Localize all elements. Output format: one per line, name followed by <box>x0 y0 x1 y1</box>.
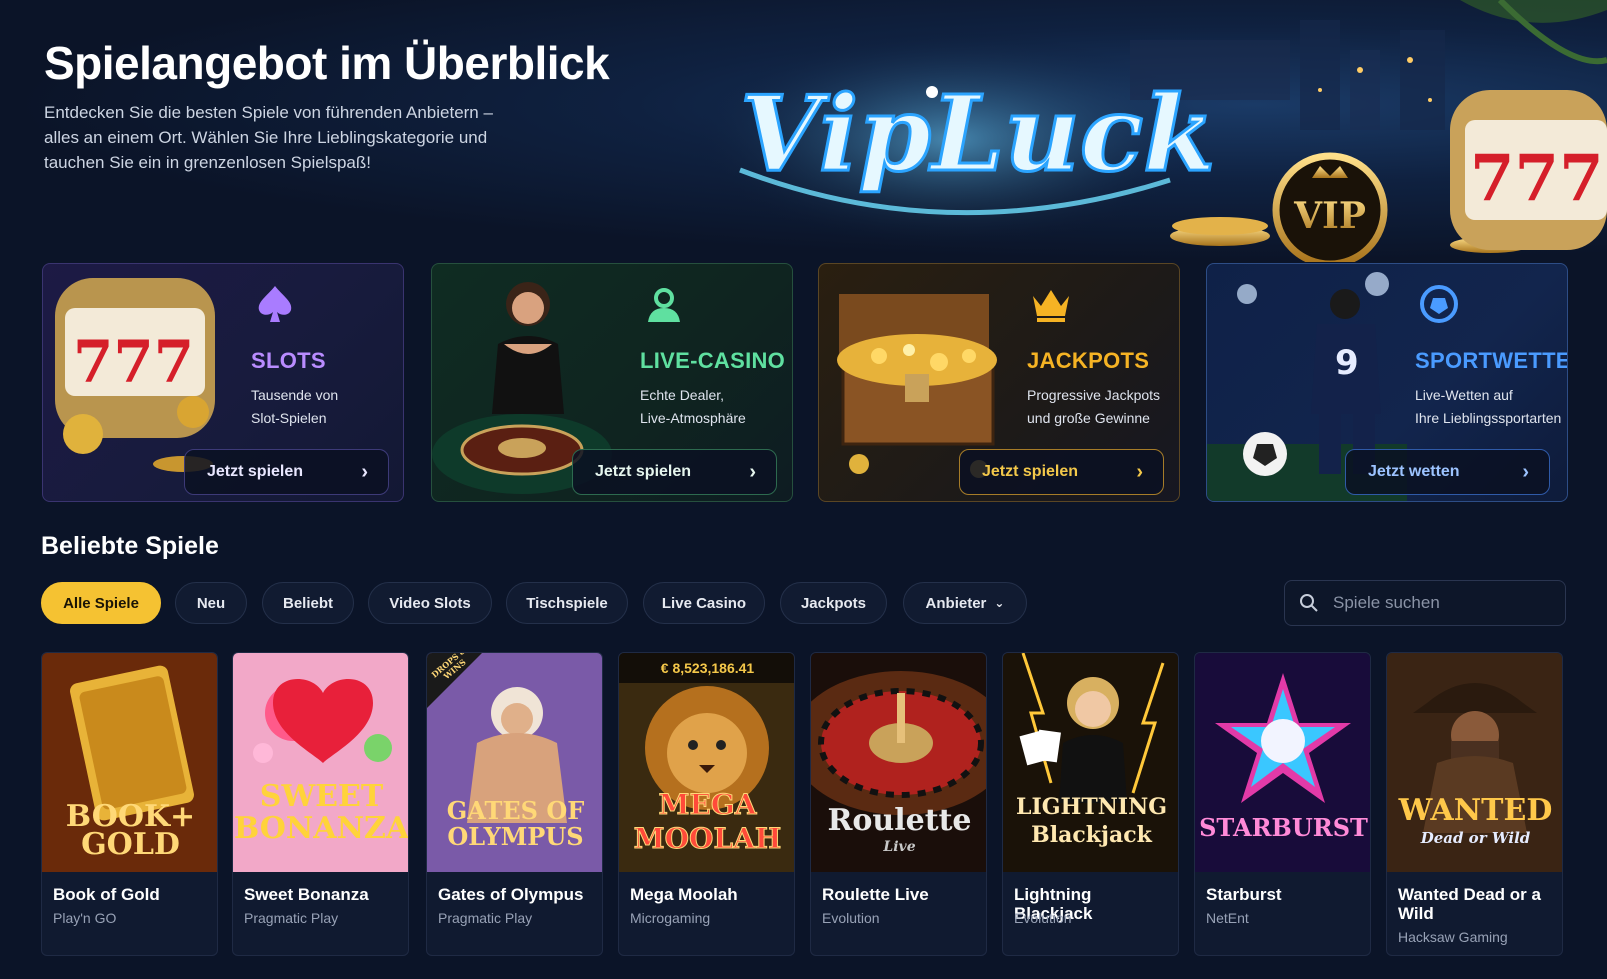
filter-live-casino[interactable]: Live Casino <box>643 582 765 624</box>
game-art-title: BOOK+ GOLD <box>65 799 196 862</box>
chevron-down-icon: ⌄ <box>994 596 1005 610</box>
filter-beliebt[interactable]: Beliebt <box>262 582 354 624</box>
filter-tischspiele[interactable]: Tischspiele <box>506 582 628 624</box>
vipluck-hero-art: VipLuck VIP 777 <box>700 0 1607 262</box>
game-name: Book of Gold <box>53 885 160 904</box>
category-card-jackpots[interactable]: JACKPOTS Progressive Jackpots und große … <box>818 263 1180 502</box>
game-art-title: WANTED <box>1398 793 1553 828</box>
filter-video-slots[interactable]: Video Slots <box>368 582 492 624</box>
jackpots-play-button[interactable]: Jetzt spielen › <box>959 449 1164 495</box>
category-title: SPORTWETTEN <box>1415 348 1567 373</box>
game-name: Starburst <box>1206 885 1282 904</box>
search-input[interactable] <box>1333 593 1553 613</box>
game-art-title: SWEET BONANZA <box>233 779 409 846</box>
category-description-line: Progressive Jackpots <box>1027 387 1161 403</box>
filter-neu[interactable]: Neu <box>175 582 247 624</box>
game-art-title: GATES OF OLYMPUS <box>446 796 585 851</box>
game-provider: NetEnt <box>1206 910 1249 926</box>
game-tile-mega-moolah[interactable]: € 8,523,186.41 MEGA MOOLAH Mega Moolah M… <box>618 652 795 956</box>
button-label: Jetzt wetten <box>1368 463 1460 480</box>
game-art-title: LIGHTNING Blackjack <box>1015 794 1167 848</box>
spade-icon <box>258 286 292 322</box>
game-tile-starburst[interactable]: STARBURST Starburst NetEnt <box>1194 652 1371 956</box>
game-provider: Hacksaw Gaming <box>1398 929 1508 945</box>
football-icon <box>1420 285 1458 323</box>
game-name: Wanted Dead or a Wild <box>1398 885 1541 923</box>
category-description-line: Live-Atmosphäre <box>640 410 746 426</box>
game-provider: Play'n GO <box>53 910 117 926</box>
svg-text:9: 9 <box>1335 343 1359 383</box>
button-label: Jetzt spielen <box>982 463 1079 480</box>
game-name: Roulette Live <box>822 885 929 904</box>
game-tile-gates-of-olympus[interactable]: DROPS & WINS GATES OF OLYMPUS Gates of O… <box>426 652 603 956</box>
category-description-line: Slot-Spielen <box>251 410 327 426</box>
game-name: Gates of Olympus <box>438 885 584 904</box>
search-icon <box>1300 594 1318 612</box>
crown-icon <box>1033 290 1069 322</box>
vipluck-logo: VipLuck <box>740 72 1215 195</box>
game-provider: Pragmatic Play <box>438 910 533 926</box>
game-tile-book-of-gold[interactable]: BOOK+ GOLD Book of Gold Play'n GO <box>41 652 218 956</box>
filter-jackpots[interactable]: Jackpots <box>780 582 887 624</box>
chevron-right-icon: › <box>1136 461 1143 483</box>
dropdown-label: Anbieter <box>925 594 987 612</box>
filter-alle-spiele[interactable]: Alle Spiele <box>41 582 161 624</box>
category-title: SLOTS <box>251 348 326 373</box>
sportwetten-bet-button[interactable]: Jetzt wetten › <box>1345 449 1550 495</box>
jackpot-amount: € 8,523,186.41 <box>619 653 794 683</box>
category-title: JACKPOTS <box>1027 348 1150 373</box>
category-card-live-casino[interactable]: LIVE-CASINO Echte Dealer, Live-Atmosphär… <box>431 263 793 502</box>
chevron-right-icon: › <box>749 461 756 483</box>
vip-badge: VIP <box>1293 195 1366 237</box>
game-art-title: STARBURST <box>1199 813 1368 842</box>
chevron-right-icon: › <box>1522 461 1529 483</box>
game-art-title: MEGA MOOLAH <box>633 788 782 856</box>
game-name: Mega Moolah <box>630 885 738 904</box>
category-description: Echte Dealer, Live-Atmosphäre <box>640 384 792 430</box>
game-art-subtitle: Dead or Wild <box>1420 829 1531 847</box>
button-label: Jetzt spielen <box>207 463 304 480</box>
game-tile-lightning-blackjack[interactable]: LIGHTNING Blackjack Lightning Blackjack … <box>1002 652 1179 956</box>
category-title: LIVE-CASINO <box>640 348 786 373</box>
category-description-line: Live-Wetten auf <box>1415 387 1513 403</box>
game-name: Sweet Bonanza <box>244 885 369 904</box>
game-provider: Evolution <box>822 910 880 926</box>
category-description: Live-Wetten auf Ihre Lieblingssportarten <box>1415 384 1567 430</box>
hero-banner: Spielangebot im Überblick Entdecken Sie … <box>0 0 1607 262</box>
game-tile-wanted-dead-or-a-wild[interactable]: WANTED Dead or Wild Wanted Dead or a Wil… <box>1386 652 1563 956</box>
section-title: Beliebte Spiele <box>41 532 219 560</box>
category-description-line: Tausende von <box>251 387 339 403</box>
category-card-slots[interactable]: 777 SLOTS Tausende von Slot-Spielen Jetz… <box>42 263 404 502</box>
svg-text:777: 777 <box>73 328 194 396</box>
game-art-subtitle: Live <box>883 839 916 855</box>
game-provider: Evolution <box>1014 910 1072 926</box>
game-tile-roulette-live[interactable]: Roulette Live Roulette Live Evolution <box>810 652 987 956</box>
category-description-line: Echte Dealer, <box>640 387 725 403</box>
slots-play-button[interactable]: Jetzt spielen › <box>184 449 389 495</box>
game-art-title: Roulette <box>827 803 972 838</box>
category-description: Tausende von Slot-Spielen <box>251 384 403 430</box>
live-casino-play-button[interactable]: Jetzt spielen › <box>572 449 777 495</box>
category-description: Progressive Jackpots und große Gewinne <box>1027 384 1179 430</box>
category-description-line: und große Gewinne <box>1027 410 1150 426</box>
button-label: Jetzt spielen <box>595 463 692 480</box>
game-provider: Pragmatic Play <box>244 910 339 926</box>
category-card-sportwetten[interactable]: 9 SPORTWETTEN Live-Wetten auf Ihre Liebl… <box>1206 263 1568 502</box>
search-box[interactable] <box>1284 580 1566 626</box>
game-tile-sweet-bonanza[interactable]: SWEET BONANZA Sweet Bonanza Pragmatic Pl… <box>232 652 409 956</box>
dealer-icon <box>648 288 680 322</box>
game-provider: Microgaming <box>630 910 711 926</box>
svg-text:777: 777 <box>1470 141 1604 216</box>
hero-description: Entdecken Sie die besten Spiele von führ… <box>44 103 493 172</box>
chevron-right-icon: › <box>361 461 368 483</box>
page-title: Spielangebot im Überblick <box>44 37 610 89</box>
filter-anbieter-dropdown[interactable]: Anbieter ⌄ <box>903 582 1027 624</box>
category-description-line: Ihre Lieblingssportarten <box>1415 410 1562 426</box>
